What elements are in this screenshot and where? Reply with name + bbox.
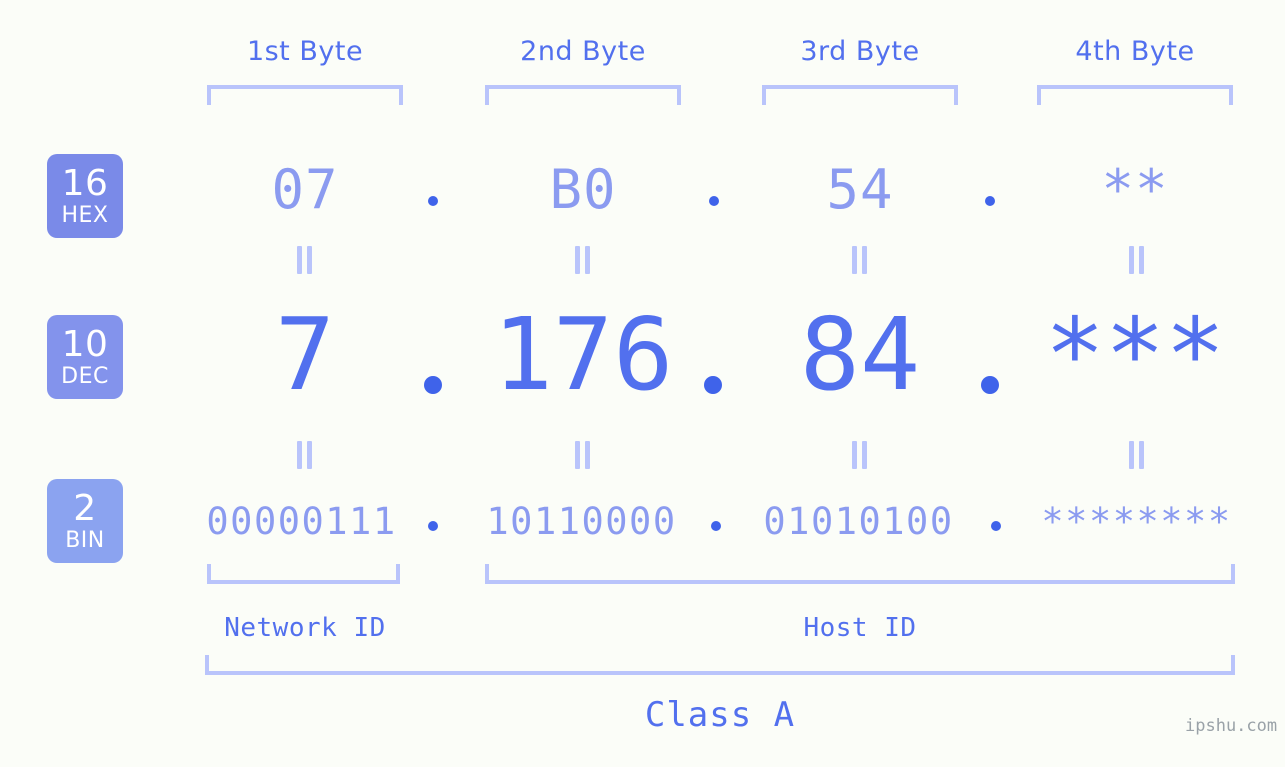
base-badge-dec: 10 DEC xyxy=(47,315,123,399)
class-bracket xyxy=(205,655,1235,675)
dec-byte-4: *** xyxy=(1044,296,1226,413)
equality-mark-hex-dec-4 xyxy=(1128,246,1146,274)
byte-header-label-4: 4th Byte xyxy=(1075,36,1195,67)
byte-bracket-top-1 xyxy=(207,85,403,105)
dec-separator-dot-3 xyxy=(981,376,999,394)
dec-byte-3: 84 xyxy=(799,296,921,413)
hex-separator-dot-2 xyxy=(709,196,719,206)
equality-mark-hex-dec-1 xyxy=(296,246,314,274)
base-badge-hex: 16 HEX xyxy=(47,154,123,238)
dec-separator-dot-1 xyxy=(424,376,442,394)
byte-bracket-top-3 xyxy=(762,85,958,105)
class-label: Class A xyxy=(644,695,796,735)
base-badge-bin-number: 2 xyxy=(73,487,97,529)
equality-mark-dec-bin-3 xyxy=(851,441,869,469)
equality-mark-hex-dec-2 xyxy=(574,246,592,274)
equality-mark-dec-bin-4 xyxy=(1128,441,1146,469)
ip-breakdown-diagram: 1st Byte 2nd Byte 3rd Byte 4th Byte 16 H… xyxy=(0,0,1285,767)
bin-separator-dot-1 xyxy=(428,521,438,531)
hex-separator-dot-1 xyxy=(428,196,438,206)
bin-byte-1: 00000111 xyxy=(206,500,397,543)
byte-header-label-2: 2nd Byte xyxy=(520,36,646,67)
network-id-bracket xyxy=(207,564,400,584)
bin-byte-2: 10110000 xyxy=(486,500,677,543)
byte-bracket-top-4 xyxy=(1037,85,1233,105)
hex-byte-2: B0 xyxy=(549,158,617,221)
bin-byte-4: ******** xyxy=(1041,500,1232,543)
base-badge-dec-number: 10 xyxy=(61,323,109,365)
bin-separator-dot-2 xyxy=(711,521,721,531)
hex-separator-dot-3 xyxy=(985,196,995,206)
site-watermark: ipshu.com xyxy=(1185,716,1278,736)
bin-separator-dot-3 xyxy=(991,521,1001,531)
hex-byte-4: ** xyxy=(1101,158,1169,221)
base-badge-bin: 2 BIN xyxy=(47,479,123,563)
bin-byte-3: 01010100 xyxy=(763,500,954,543)
host-id-bracket xyxy=(485,564,1235,584)
equality-mark-dec-bin-2 xyxy=(574,441,592,469)
byte-header-label-3: 3rd Byte xyxy=(800,36,920,67)
hex-byte-1: 07 xyxy=(271,158,339,221)
byte-bracket-top-2 xyxy=(485,85,681,105)
base-badge-hex-abbr: HEX xyxy=(61,202,109,228)
base-badge-dec-abbr: DEC xyxy=(61,363,109,389)
byte-header-label-1: 1st Byte xyxy=(246,36,364,67)
dec-byte-1: 7 xyxy=(274,296,336,413)
dec-byte-2: 176 xyxy=(492,296,674,413)
base-badge-hex-number: 16 xyxy=(61,162,109,204)
host-id-label: Host ID xyxy=(803,613,917,643)
base-badge-bin-abbr: BIN xyxy=(65,527,105,553)
hex-byte-3: 54 xyxy=(826,158,894,221)
network-id-label: Network ID xyxy=(224,613,386,643)
dec-separator-dot-2 xyxy=(704,376,722,394)
equality-mark-hex-dec-3 xyxy=(851,246,869,274)
equality-mark-dec-bin-1 xyxy=(296,441,314,469)
